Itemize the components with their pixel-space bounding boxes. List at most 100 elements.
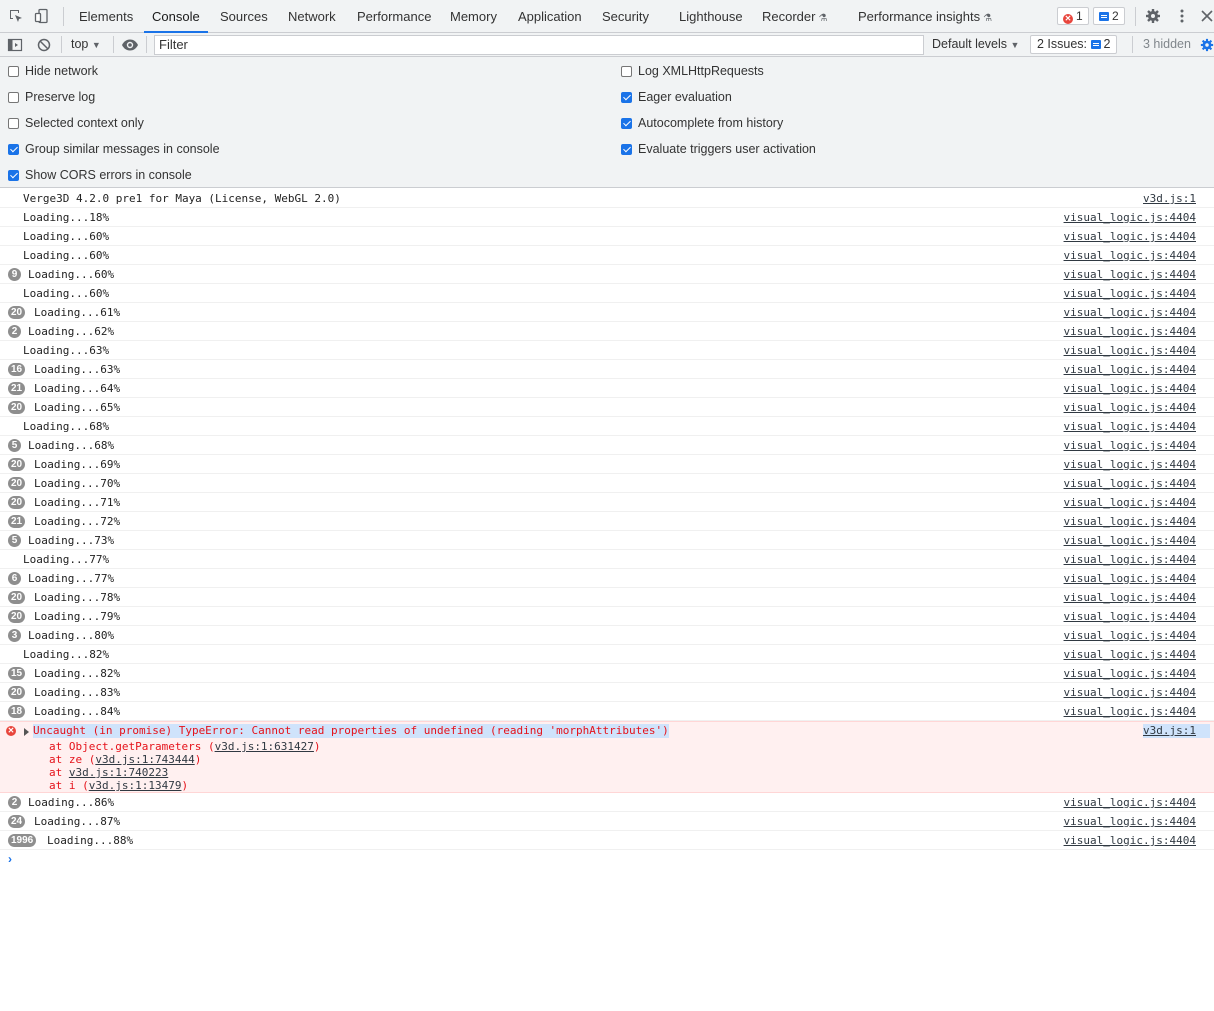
source-link[interactable]: visual_logic.js:4404 — [1064, 303, 1196, 322]
inspect-element-icon[interactable] — [8, 8, 24, 24]
issues-label: 2 Issues: — [1037, 37, 1088, 51]
tab-lighthouse[interactable]: Lighthouse — [679, 0, 743, 32]
tab-memory[interactable]: Memory — [450, 0, 497, 32]
console-log-row: Loading...63% visual_logic.js:4404 — [0, 341, 1214, 360]
source-link[interactable]: visual_logic.js:4404 — [1064, 702, 1196, 721]
tab-elements[interactable]: Elements — [79, 0, 133, 32]
checkbox[interactable] — [8, 118, 19, 129]
error-message[interactable]: ✕ Uncaught (in promise) TypeError: Canno… — [0, 721, 1214, 793]
sidebar-toggle-icon[interactable] — [7, 37, 23, 53]
checkbox[interactable] — [621, 92, 632, 103]
source-link[interactable]: visual_logic.js:4404 — [1064, 664, 1196, 683]
stack-frame-text: at ze ( — [49, 753, 96, 766]
source-link[interactable]: visual_logic.js:4404 — [1064, 398, 1196, 417]
checkbox[interactable] — [621, 144, 632, 155]
source-link[interactable]: visual_logic.js:4404 — [1064, 550, 1196, 569]
tab-performance-insights[interactable]: Performance insights ⚗ — [858, 0, 992, 32]
console-log-row: 3 Loading...80% visual_logic.js:4404 — [0, 626, 1214, 645]
log-text: Loading...68% — [28, 439, 115, 452]
tab-recorder[interactable]: Recorder ⚗ — [762, 0, 827, 32]
expand-triangle-icon[interactable] — [24, 728, 29, 736]
tab-console[interactable]: Console — [144, 0, 208, 33]
source-link[interactable]: v3d.js:1 — [1143, 189, 1196, 208]
filter-input[interactable]: Filter — [154, 35, 924, 55]
stack-frame-link[interactable]: v3d.js:1:631427 — [215, 740, 314, 753]
repeat-count-badge: 2 — [8, 796, 21, 809]
setting-log-xmlhttprequests[interactable]: Log XMLHttpRequests — [621, 64, 764, 78]
toolbar-separator — [113, 36, 114, 53]
source-link[interactable]: visual_logic.js:4404 — [1064, 645, 1196, 664]
experimental-flask-icon: ⚗ — [818, 13, 828, 24]
tab-security[interactable]: Security — [602, 0, 649, 32]
device-toolbar-icon[interactable] — [34, 8, 50, 24]
eye-icon[interactable] — [121, 37, 138, 53]
tab-performance[interactable]: Performance — [357, 0, 431, 32]
source-link[interactable]: visual_logic.js:4404 — [1064, 208, 1196, 227]
source-link[interactable]: visual_logic.js:4404 — [1064, 793, 1196, 812]
checkbox[interactable] — [621, 66, 632, 77]
setting-preserve-log[interactable]: Preserve log — [8, 90, 95, 104]
checkbox[interactable] — [8, 92, 19, 103]
setting-selected-context-only[interactable]: Selected context only — [8, 116, 144, 130]
source-link[interactable]: visual_logic.js:4404 — [1064, 322, 1196, 341]
setting-hide-network[interactable]: Hide network — [8, 64, 98, 78]
source-link[interactable]: visual_logic.js:4404 — [1064, 831, 1196, 850]
tab-application[interactable]: Application — [518, 0, 582, 32]
log-text: Loading...79% — [34, 610, 121, 623]
error-source-link[interactable]: v3d.js:1 — [1143, 724, 1210, 738]
source-link[interactable]: visual_logic.js:4404 — [1064, 246, 1196, 265]
log-text: Loading...80% — [28, 629, 115, 642]
setting-show-cors-errors-in-console[interactable]: Show CORS errors in console — [8, 168, 192, 182]
source-link[interactable]: visual_logic.js:4404 — [1064, 265, 1196, 284]
console-prompt[interactable]: › — [0, 850, 1214, 870]
source-link[interactable]: visual_logic.js:4404 — [1064, 683, 1196, 702]
source-link[interactable]: visual_logic.js:4404 — [1064, 417, 1196, 436]
tab-network[interactable]: Network — [288, 0, 336, 32]
stack-frame-link[interactable]: v3d.js:1:743444 — [95, 753, 194, 766]
source-link[interactable]: visual_logic.js:4404 — [1064, 531, 1196, 550]
source-link[interactable]: visual_logic.js:4404 — [1064, 474, 1196, 493]
source-link[interactable]: visual_logic.js:4404 — [1064, 607, 1196, 626]
source-link[interactable]: visual_logic.js:4404 — [1064, 512, 1196, 531]
checkbox[interactable] — [8, 66, 19, 77]
source-link[interactable]: visual_logic.js:4404 — [1064, 626, 1196, 645]
error-count-badge[interactable]: ✕ 1 — [1057, 7, 1089, 25]
source-link[interactable]: visual_logic.js:4404 — [1064, 379, 1196, 398]
source-link[interactable]: visual_logic.js:4404 — [1064, 284, 1196, 303]
source-link[interactable]: visual_logic.js:4404 — [1064, 436, 1196, 455]
tab-label: Application — [518, 9, 582, 24]
source-link[interactable]: visual_logic.js:4404 — [1064, 569, 1196, 588]
checkbox[interactable] — [8, 170, 19, 181]
issues-button[interactable]: 2 Issues: 2 — [1030, 35, 1118, 54]
log-levels-dropdown[interactable]: Default levels ▼ — [932, 33, 1019, 56]
console-settings-gear-icon[interactable] — [1200, 37, 1214, 53]
more-options-icon[interactable] — [1174, 8, 1190, 24]
source-link[interactable]: visual_logic.js:4404 — [1064, 455, 1196, 474]
context-selector[interactable]: top ▼ — [71, 33, 101, 56]
source-link[interactable]: visual_logic.js:4404 — [1064, 227, 1196, 246]
tab-sources[interactable]: Sources — [220, 0, 268, 32]
tab-label: Network — [288, 9, 336, 24]
tab-label: Lighthouse — [679, 9, 743, 24]
setting-eager-evaluation[interactable]: Eager evaluation — [621, 90, 732, 104]
setting-evaluate-triggers-user-activation[interactable]: Evaluate triggers user activation — [621, 142, 816, 156]
clear-console-icon[interactable] — [36, 37, 52, 53]
gear-icon[interactable] — [1145, 8, 1161, 24]
source-link[interactable]: visual_logic.js:4404 — [1064, 360, 1196, 379]
source-link[interactable]: visual_logic.js:4404 — [1064, 493, 1196, 512]
stack-frame-link[interactable]: v3d.js:1:740223 — [69, 766, 168, 779]
repeat-count-badge: 20 — [8, 686, 26, 699]
source-link[interactable]: visual_logic.js:4404 — [1064, 341, 1196, 360]
source-link[interactable]: visual_logic.js:4404 — [1064, 812, 1196, 831]
message-count-badge[interactable]: 2 — [1093, 7, 1125, 25]
repeat-count-badge: 16 — [8, 363, 26, 376]
console-log-row: Verge3D 4.2.0 pre1 for Maya (License, We… — [0, 189, 1214, 208]
setting-group-similar-messages-in-console[interactable]: Group similar messages in console — [8, 142, 220, 156]
checkbox[interactable] — [621, 118, 632, 129]
stack-frame-link[interactable]: v3d.js:1:13479 — [89, 779, 182, 792]
source-link[interactable]: visual_logic.js:4404 — [1064, 588, 1196, 607]
setting-autocomplete-from-history[interactable]: Autocomplete from history — [621, 116, 783, 130]
tab-label: Recorder — [762, 9, 816, 24]
close-icon[interactable] — [1200, 8, 1214, 24]
checkbox[interactable] — [8, 144, 19, 155]
